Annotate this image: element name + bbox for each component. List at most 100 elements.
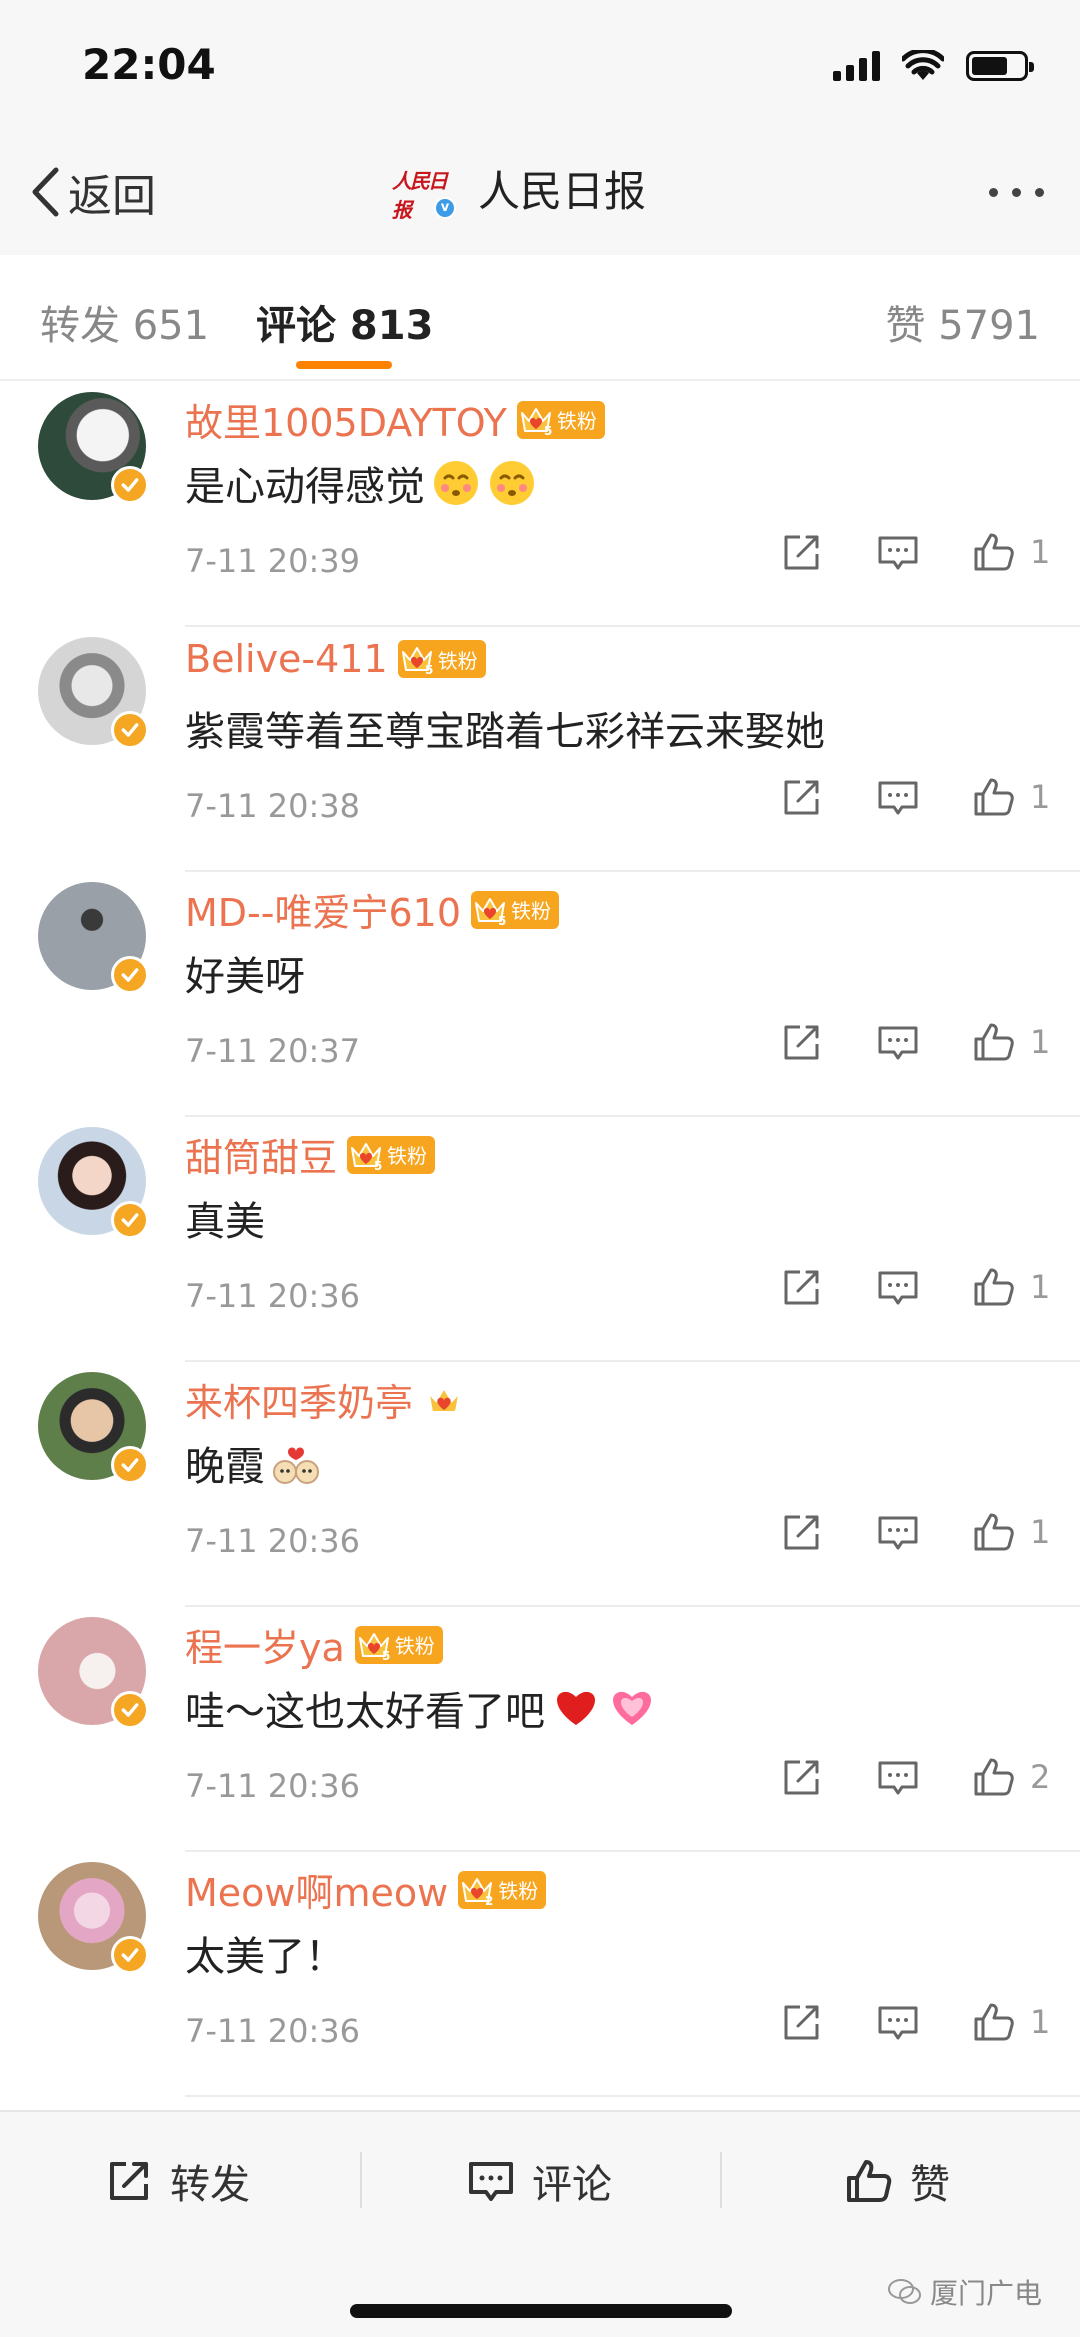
username[interactable]: Belive-411 — [185, 637, 388, 681]
back-button[interactable]: 返回 — [30, 160, 156, 224]
repost-icon[interactable] — [780, 1265, 824, 1309]
like-count: 1 — [1030, 2003, 1051, 2041]
tab-likes[interactable]: 赞 5791 — [885, 293, 1040, 351]
username[interactable]: MD--唯爱宁610 — [185, 882, 461, 937]
thumbs-up-icon[interactable] — [972, 530, 1016, 574]
bottom-action-bar: 转发 评论 赞 厦门广电 — [0, 2110, 1080, 2337]
like-button[interactable]: 赞 — [844, 2152, 950, 2210]
watermark-text: 厦门广电 — [929, 2277, 1042, 2310]
verified-icon — [111, 1936, 149, 1974]
comment-time: 7-11 20:37 — [185, 1032, 361, 1070]
more-icon[interactable] — [989, 188, 1044, 197]
heart-emoji-icon — [557, 1691, 595, 1725]
like-count: 2 — [1030, 1758, 1051, 1796]
like-label: 赞 — [910, 2162, 950, 2208]
verified-icon: v — [434, 196, 456, 219]
crown-icon: 5 — [520, 407, 552, 438]
svg-text:4: 4 — [453, 1405, 462, 1420]
thumbs-up-icon[interactable] — [972, 1265, 1016, 1309]
verified-icon — [111, 1446, 149, 1484]
thumbs-up-icon[interactable] — [972, 2000, 1016, 2044]
bottom-divider — [360, 2152, 362, 2208]
like-count: 1 — [1030, 1023, 1051, 1061]
username-row: MD--唯爱宁610 5 铁粉 — [185, 882, 560, 937]
fan-crown-icon: 4 — [427, 1386, 462, 1420]
verified-icon — [111, 1201, 149, 1239]
svg-text:5: 5 — [425, 663, 433, 677]
repost-icon[interactable] — [780, 1510, 824, 1554]
comment-item[interactable]: Meow啊meow 2 铁粉 太美了！ 7-11 20:36 1 — [0, 1852, 1080, 2097]
comment-text: 太美了！ — [185, 1924, 345, 1982]
comment-text-content: 晚霞 — [185, 1444, 265, 1490]
comment-text: 哇～这也太好看了吧 — [185, 1679, 657, 1737]
fan-badge: 5 铁粉 — [354, 1625, 443, 1664]
reply-icon[interactable] — [876, 1755, 920, 1799]
fan-badge: 5 铁粉 — [347, 1135, 436, 1174]
username-row: 甜筒甜豆 5 铁粉 — [185, 1127, 436, 1182]
comment-actions: 2 — [728, 1755, 1052, 1799]
repost-icon[interactable] — [780, 530, 824, 574]
repost-icon[interactable] — [780, 1020, 824, 1064]
comment-item[interactable]: Belive-411 5 铁粉 紫霞等着至尊宝踏着七彩祥云来娶她 7-11 20:38 1 — [0, 627, 1080, 872]
username[interactable]: 甜筒甜豆 — [185, 1127, 337, 1182]
reply-icon[interactable] — [876, 1020, 920, 1064]
comment-text-content: 好美呀 — [185, 954, 305, 1000]
comment-item[interactable]: 故里1005DAYTOY 5 铁粉 是心动得感觉 7-11 20:39 1 — [0, 382, 1080, 627]
reply-icon[interactable] — [876, 775, 920, 819]
like-count: 1 — [1030, 533, 1051, 571]
fan-badge: 2 铁粉 — [458, 1870, 547, 1909]
comment-text: 晚霞 — [185, 1434, 321, 1492]
comment-actions: 1 — [728, 1265, 1052, 1309]
fan-badge: 5 铁粉 — [397, 640, 486, 678]
thumbs-up-icon[interactable] — [972, 1020, 1016, 1064]
home-indicator[interactable] — [350, 2304, 732, 2318]
comment-button[interactable]: 评论 — [466, 2152, 612, 2210]
username[interactable]: 故里1005DAYTOY — [185, 392, 507, 447]
wechat-icon — [887, 2279, 921, 2304]
comment-label: 评论 — [532, 2162, 612, 2208]
comment-time: 7-11 20:38 — [185, 787, 361, 825]
thumbs-up-icon[interactable] — [972, 775, 1016, 819]
fan-badge-label: 铁粉 — [394, 1634, 435, 1658]
comment-item[interactable]: MD--唯爱宁610 5 铁粉好美呀 7-11 20:37 1 — [0, 872, 1080, 1117]
comment-text: 紫霞等着至尊宝踏着七彩祥云来娶她 — [185, 699, 825, 757]
comment-text-content: 真美 — [185, 1199, 265, 1245]
comment-item[interactable]: 甜筒甜豆 5 铁粉 真美 7-11 20:36 1 — [0, 1117, 1080, 1362]
comment-time: 7-11 20:36 — [185, 1767, 361, 1805]
reply-icon[interactable] — [876, 2000, 920, 2044]
username-row: 故里1005DAYTOY 5 铁粉 — [185, 392, 605, 447]
repost-label: 转发 — [170, 2162, 250, 2208]
thumbs-up-icon[interactable] — [972, 1510, 1016, 1554]
repost-icon[interactable] — [780, 2000, 824, 2044]
username[interactable]: 程一岁ya — [185, 1617, 345, 1672]
repost-icon[interactable] — [780, 1755, 824, 1799]
bottom-divider — [720, 2152, 722, 2208]
comment-item[interactable]: 来杯四季奶亭 4 晚霞 7-11 20:36 1 — [0, 1362, 1080, 1607]
reply-icon[interactable] — [876, 1265, 920, 1309]
comment-actions: 1 — [728, 2000, 1052, 2044]
thumbs-up-icon[interactable] — [972, 1755, 1016, 1799]
crown-icon: 5 — [401, 647, 433, 677]
back-label: 返回 — [68, 171, 156, 222]
nav-account[interactable]: 人民日报 v 人民日报 — [390, 158, 646, 222]
reply-icon[interactable] — [876, 530, 920, 574]
username[interactable]: Meow啊meow — [185, 1862, 448, 1917]
tab-bar: 转发 651 评论 813 赞 5791 — [0, 255, 1080, 381]
crown-icon: 5 — [351, 1142, 382, 1173]
comment-item[interactable]: 程一岁ya 5 铁粉 哇～这也太好看了吧 7-11 20:36 2 — [0, 1607, 1080, 1852]
svg-text:2: 2 — [485, 1894, 493, 1908]
verified-icon — [111, 466, 149, 504]
username[interactable]: 来杯四季奶亭 — [185, 1372, 413, 1427]
comment-actions: 1 — [728, 530, 1052, 574]
repost-button[interactable]: 转发 — [104, 2152, 250, 2210]
tab-repost[interactable]: 转发 651 — [40, 293, 209, 351]
comment-text-content: 哇～这也太好看了吧 — [185, 1689, 545, 1735]
reply-icon[interactable] — [876, 1510, 920, 1554]
tab-active-indicator — [296, 361, 392, 369]
svg-text:5: 5 — [374, 1159, 382, 1173]
status-icons — [833, 50, 1034, 82]
repost-icon[interactable] — [780, 775, 824, 819]
fan-badge-label: 铁粉 — [511, 899, 552, 923]
crown-icon: 5 — [358, 1632, 390, 1663]
tab-comments[interactable]: 评论 813 — [256, 293, 433, 351]
